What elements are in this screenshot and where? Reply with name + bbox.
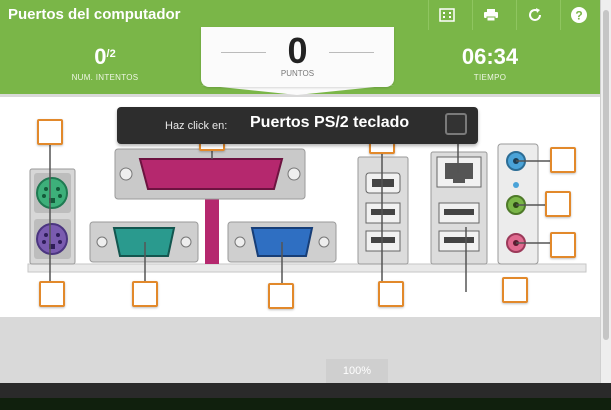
answer-box-ps2-bottom[interactable] — [39, 281, 65, 307]
vga-port — [227, 221, 337, 287]
answer-box-audio-blue[interactable] — [550, 147, 576, 173]
ps2-keyboard-port — [36, 223, 68, 255]
help-button[interactable]: ? — [560, 0, 596, 30]
prompt-marker — [445, 113, 467, 135]
fullscreen-icon — [438, 8, 455, 22]
restart-button[interactable] — [516, 0, 552, 30]
attempts-label: NUM. INTENTOS — [71, 73, 139, 82]
panel-base — [27, 263, 587, 273]
answer-box-vga[interactable] — [268, 283, 294, 309]
prompt-target: Puertos PS/2 teclado — [250, 114, 410, 131]
zoom-indicator[interactable]: 100% — [326, 359, 388, 383]
points-value: 0 — [287, 30, 308, 71]
answer-box-ps2-top[interactable] — [37, 119, 63, 145]
answer-box-serial[interactable] — [132, 281, 158, 307]
answer-box-audio-pink[interactable] — [550, 232, 576, 258]
audio-ports — [497, 143, 552, 265]
print-button[interactable] — [472, 0, 508, 30]
scrollbar-thumb[interactable] — [603, 10, 609, 340]
restart-icon — [528, 8, 541, 21]
serial-port — [89, 221, 199, 287]
print-icon — [483, 9, 498, 22]
vertical-scrollbar[interactable] — [600, 0, 611, 383]
attempts-total: /2 — [106, 48, 116, 60]
question-prompt: Haz click en: Puertos PS/2 teclado — [117, 107, 478, 144]
bottom-strip — [0, 398, 611, 410]
lower-panel — [0, 317, 600, 383]
answer-box-usb[interactable] — [378, 281, 404, 307]
points-label: PUNTOS — [280, 69, 315, 78]
answer-box-ethernet-usb[interactable] — [502, 277, 528, 303]
time-value: 06:34 — [461, 44, 519, 69]
svg-text:?: ? — [575, 9, 582, 23]
answer-box-audio-green[interactable] — [545, 191, 571, 217]
help-icon: ? — [570, 7, 587, 23]
header-bar: Puertos del computador ? — [0, 0, 600, 30]
ps2-mouse-port — [36, 177, 68, 209]
attempts-count: 0/2 — [94, 44, 116, 69]
points-card: 0 PUNTOS — [201, 27, 394, 87]
time-label: TIEMPO — [473, 73, 507, 82]
fullscreen-button[interactable] — [428, 0, 464, 30]
app-title: Puertos del computador — [8, 6, 181, 23]
prompt-label: Haz click en: — [165, 120, 228, 132]
